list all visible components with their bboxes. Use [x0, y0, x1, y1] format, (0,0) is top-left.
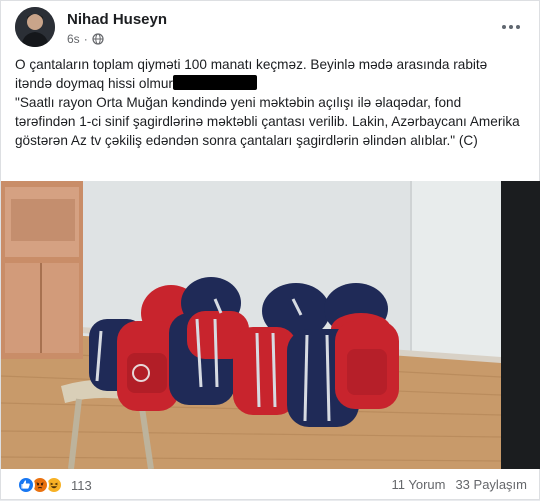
post-text: O çantaların toplam qiyməti 100 manatı k… [15, 55, 525, 150]
reaction-count: 113 [71, 477, 92, 493]
post-meta: 6s · [67, 32, 104, 46]
post-footer: 113 11 Yorum 33 Paylaşım [1, 469, 540, 501]
post-card: Nihad Huseyn 6s · O çantaların toplam qi… [0, 0, 540, 500]
more-options-icon[interactable] [499, 17, 523, 37]
avatar-image [15, 7, 55, 47]
post-header: Nihad Huseyn 6s · [15, 7, 525, 49]
school-backpacks-photo [1, 181, 540, 469]
post-quote: "Saatlı rayon Orta Muğan kəndində yeni m… [15, 95, 520, 148]
globe-icon [92, 33, 104, 45]
author-name[interactable]: Nihad Huseyn [67, 11, 167, 28]
shares-count-link[interactable]: 33 Paylaşım [455, 477, 527, 492]
avatar[interactable] [15, 7, 55, 47]
redacted-block [172, 75, 257, 90]
like-icon [17, 476, 35, 494]
post-stats: 11 Yorum 33 Paylaşım [391, 477, 527, 492]
post-photo[interactable] [1, 181, 540, 469]
post-text-line: O çantaların toplam qiyməti 100 manatı k… [15, 55, 525, 93]
backpack-row-front [89, 311, 399, 427]
comments-count-link[interactable]: 11 Yorum [391, 477, 445, 492]
post-time[interactable]: 6s [67, 32, 80, 46]
meta-dot: · [83, 32, 88, 46]
reactions-summary[interactable]: 113 [17, 476, 92, 494]
